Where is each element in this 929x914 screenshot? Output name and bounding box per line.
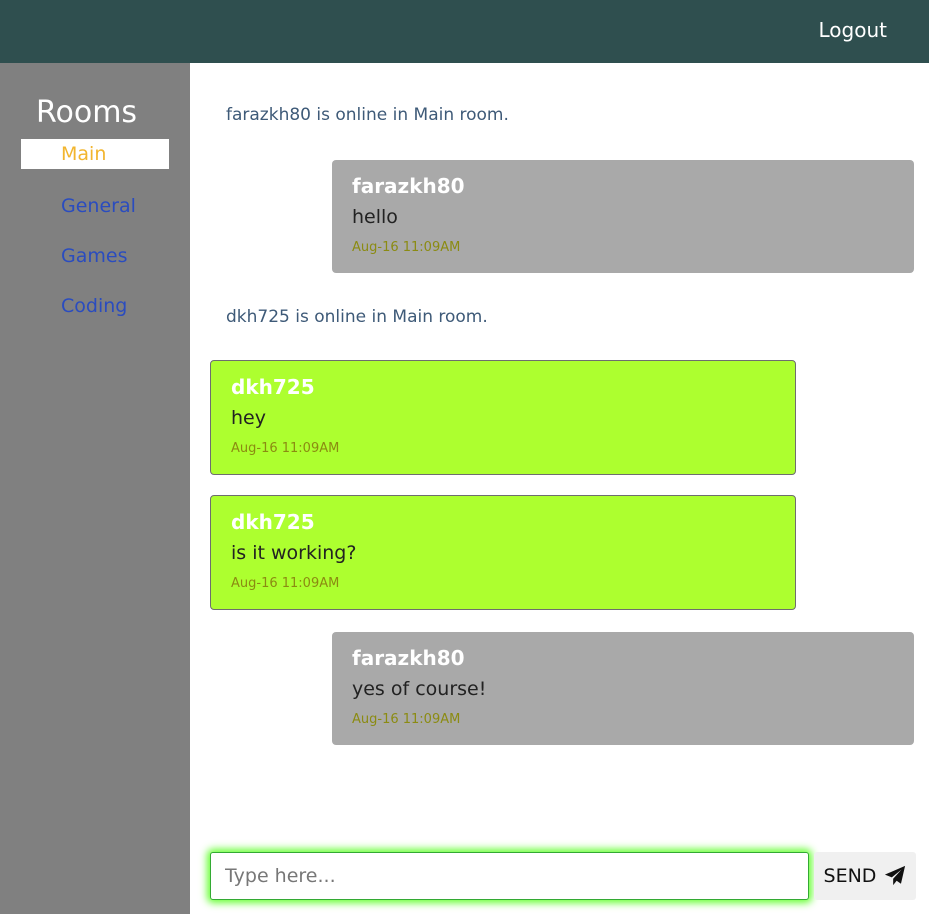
rooms-sidebar: Rooms Main General Games Coding bbox=[0, 63, 190, 914]
message-text: is it working? bbox=[231, 542, 357, 564]
send-button[interactable]: SEND bbox=[814, 852, 916, 900]
paper-plane-icon bbox=[885, 865, 906, 886]
top-navbar: Logout bbox=[0, 0, 929, 63]
logout-link[interactable]: Logout bbox=[819, 18, 887, 42]
rooms-title: Rooms bbox=[36, 95, 138, 130]
message-timestamp: Aug-16 11:09AM bbox=[352, 712, 461, 727]
room-item-coding[interactable]: Coding bbox=[21, 291, 169, 321]
send-label: SEND bbox=[823, 865, 877, 887]
message-timestamp: Aug-16 11:09AM bbox=[231, 441, 340, 456]
message-timestamp: Aug-16 11:09AM bbox=[352, 240, 461, 255]
chat-panel: farazkh80 is online in Main room. farazk… bbox=[190, 63, 929, 914]
chat-message: farazkh80 yes of course! Aug-16 11:09AM bbox=[332, 632, 914, 745]
message-username: dkh725 bbox=[231, 375, 315, 399]
online-status: farazkh80 is online in Main room. bbox=[226, 105, 509, 125]
message-composer: SEND bbox=[210, 852, 916, 900]
message-username: farazkh80 bbox=[352, 174, 465, 198]
room-item-games[interactable]: Games bbox=[21, 241, 169, 271]
message-username: dkh725 bbox=[231, 510, 315, 534]
message-text: hey bbox=[231, 407, 266, 429]
message-text: hello bbox=[352, 206, 398, 228]
online-status: dkh725 is online in Main room. bbox=[226, 307, 488, 327]
chat-message: dkh725 is it working? Aug-16 11:09AM bbox=[210, 495, 796, 610]
message-timestamp: Aug-16 11:09AM bbox=[231, 576, 340, 591]
chat-message: dkh725 hey Aug-16 11:09AM bbox=[210, 360, 796, 475]
room-item-general[interactable]: General bbox=[21, 191, 169, 221]
room-item-main[interactable]: Main bbox=[21, 139, 169, 169]
message-username: farazkh80 bbox=[352, 646, 465, 670]
message-input[interactable] bbox=[210, 852, 809, 900]
message-text: yes of course! bbox=[352, 678, 487, 700]
chat-message: farazkh80 hello Aug-16 11:09AM bbox=[332, 160, 914, 273]
